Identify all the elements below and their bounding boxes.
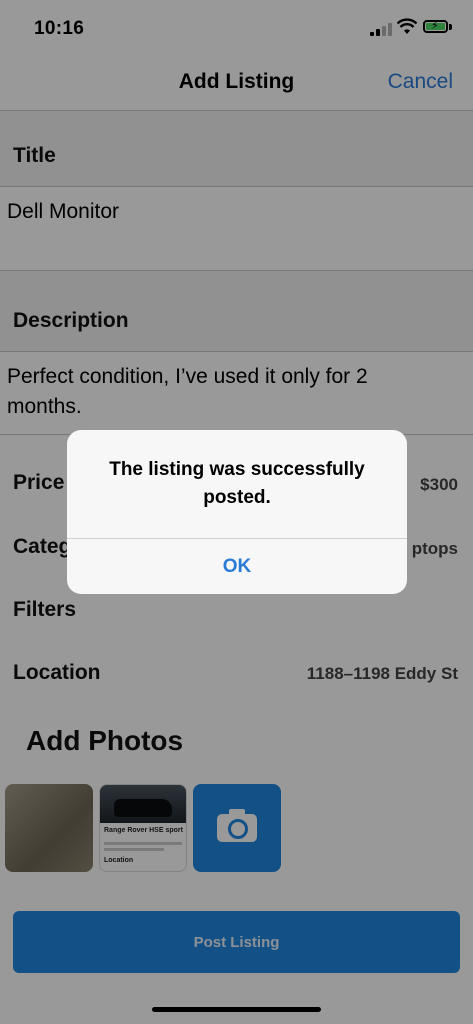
alert-message: The listing was successfully posted.: [109, 459, 365, 508]
home-indicator: [152, 1007, 321, 1012]
alert-ok-button[interactable]: OK: [67, 539, 407, 594]
success-alert: The listing was successfully posted. OK: [67, 430, 407, 594]
